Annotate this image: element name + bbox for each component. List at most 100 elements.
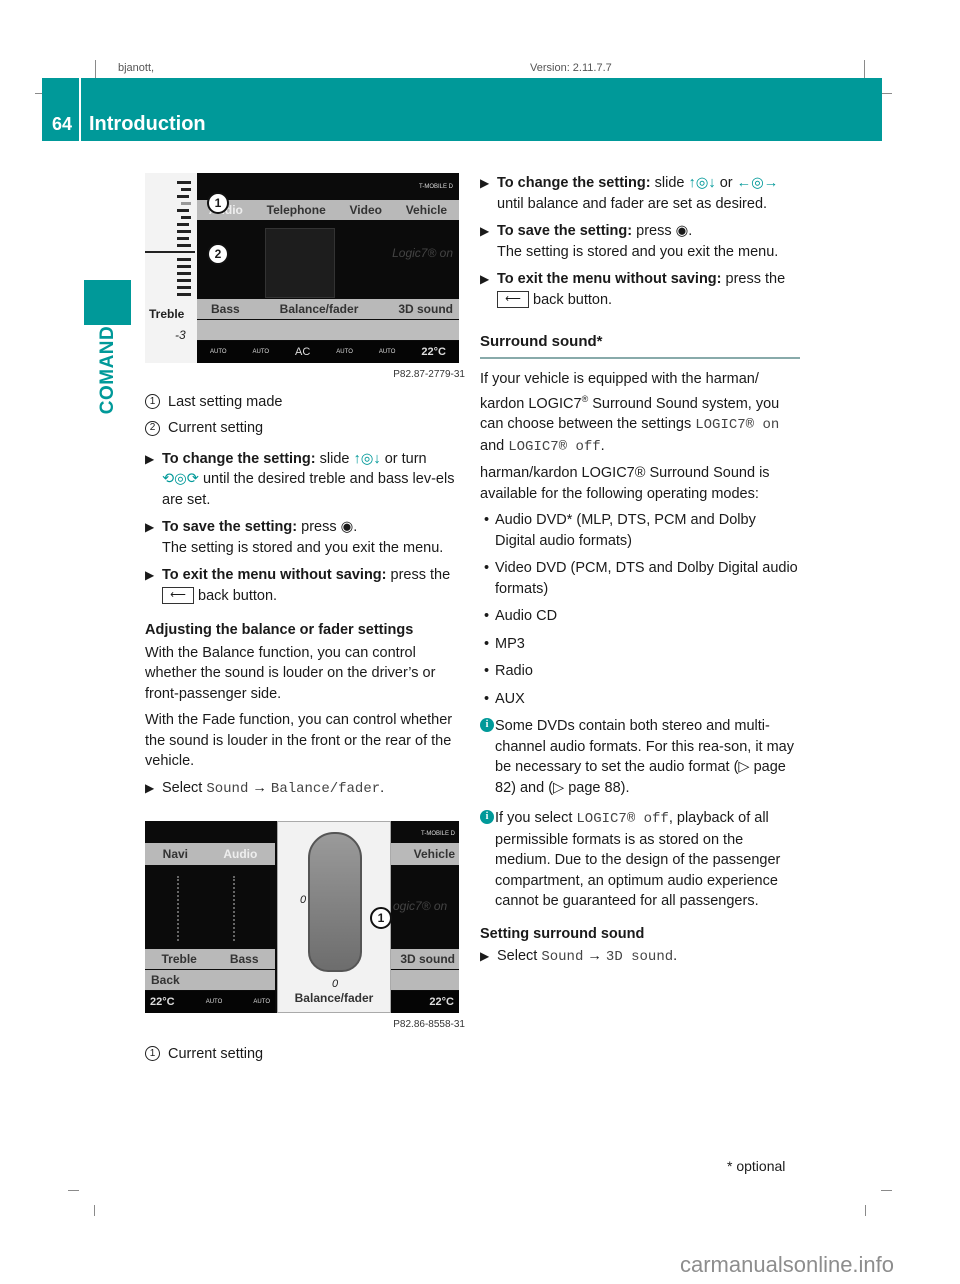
watermark[interactable]: carmanualsonline.info xyxy=(680,1252,894,1278)
step-change-setting: ▶ To change the setting: slide ↑◎↓ or tu… xyxy=(145,449,465,511)
climate-status-bar: AUTO AUTO AC AUTO AUTO 22°C xyxy=(197,341,459,363)
step-text: Select xyxy=(162,779,203,796)
back-button-icon: ⟵ xyxy=(162,587,194,605)
slide-horizontal-controller-icon: ←◎→ xyxy=(736,175,779,191)
footnote: * optional xyxy=(727,1158,786,1174)
info-text: If you select xyxy=(495,810,577,827)
step-text: or turn xyxy=(384,450,427,467)
step-text: Select xyxy=(497,948,538,965)
step-text: back button. xyxy=(198,587,278,604)
menu-treble[interactable]: Treble xyxy=(161,949,196,970)
callout-1: 1 xyxy=(207,192,229,214)
menu-bass[interactable]: Bass xyxy=(230,949,259,970)
bass-scale xyxy=(233,876,241,941)
menu-3d-sound[interactable]: 3D sound xyxy=(398,299,453,320)
seat-diagram xyxy=(265,228,335,298)
page-title: Introduction xyxy=(89,113,206,135)
info-note-dvd: i Some DVDs contain both stereo and mult… xyxy=(480,716,800,798)
header-meta-left: bjanott, xyxy=(118,62,155,74)
legend-text: Last setting made xyxy=(168,393,283,410)
step-arrow-icon: ▶ xyxy=(145,568,155,582)
step-exit-menu: ▶ To exit the menu without saving: press… xyxy=(480,269,800,310)
legend-item: 2 Current setting xyxy=(145,418,465,439)
figure-balance-fader-screen: Navi Audio Treble Bass Back 22°C AUTO AU… xyxy=(145,821,459,1013)
step-exit-menu: ▶ To exit the menu without saving: press… xyxy=(145,565,465,606)
info-icon: i xyxy=(480,810,494,825)
left-menu-bar: Treble Bass xyxy=(145,949,275,969)
step-save-setting: ▶ To save the setting: press ◉. The sett… xyxy=(145,519,444,556)
car-top-view xyxy=(308,832,362,972)
step-text: press the xyxy=(725,271,786,287)
step-save-setting: ▶ To save the setting: press ◉. The sett… xyxy=(480,223,779,260)
tab-telephone[interactable]: Telephone xyxy=(267,200,326,221)
step-text: press the xyxy=(390,567,451,583)
crop-mark xyxy=(881,1190,892,1191)
section-tab-label: COMAND xyxy=(88,326,128,415)
fan-auto: AUTO xyxy=(336,348,353,355)
menu-path-sound: Sound xyxy=(206,780,249,797)
empty-bar xyxy=(391,970,459,990)
list-item: Radio xyxy=(480,661,800,682)
tab-navi[interactable]: Navi xyxy=(163,844,188,865)
step-arrow-icon: ▶ xyxy=(480,272,490,286)
slide-vertical-controller-icon: ↑◎↓ xyxy=(688,175,716,191)
info-icon: i xyxy=(480,718,494,733)
back-label: Back xyxy=(151,972,180,987)
step-text: or xyxy=(719,175,733,191)
logic7-status: Logic7® on xyxy=(392,246,453,260)
left-column: T-MOBILE D▮▮▮▯▯ Audio Telephone Video Ve… xyxy=(145,173,465,1070)
right-panel: T-MOBILE D▮▮▮▯▯ Vehicle ogic7® on 3D sou… xyxy=(391,821,459,1013)
step-label: To save the setting: xyxy=(497,223,633,239)
temperature: 22°C xyxy=(429,995,454,1008)
figure-id: P82.86-8558-31 xyxy=(393,1019,465,1030)
header-divider xyxy=(79,78,81,141)
step-text: back button. xyxy=(533,291,613,308)
setting-surround-heading: Setting surround sound xyxy=(480,925,645,942)
surround-intro: If your vehicle is equipped with the har… xyxy=(480,370,780,455)
step-text: slide xyxy=(654,175,685,191)
climate-auto: AUTO xyxy=(378,348,396,355)
balance-heading: Adjusting the balance or fader settings xyxy=(145,622,414,638)
climate-auto: AUTO xyxy=(205,998,223,1005)
fade-paragraph: With the Fade function, you can control … xyxy=(145,712,453,769)
menu-path-sound: Sound xyxy=(541,949,584,966)
right-menu-bar: 3D sound xyxy=(391,949,459,969)
step-text: until the desired treble and bass lev-el… xyxy=(162,471,455,508)
step-label: To exit the menu without saving: xyxy=(162,567,387,583)
tab-audio[interactable]: Audio xyxy=(223,844,257,865)
step-select-3d-sound: ▶ Select Sound → 3D sound. xyxy=(480,948,678,966)
back-bar[interactable]: Back xyxy=(145,970,275,990)
sound-submenu-bar: Bass Balance/fader 3D sound xyxy=(197,299,459,319)
tab-vehicle[interactable]: Vehicle xyxy=(414,844,455,865)
section-tab-text: COMAND xyxy=(97,325,118,415)
left-tab-bar: Navi Audio xyxy=(145,843,275,865)
info-note-logic7-off: i If you select LOGIC7® off, playback of… xyxy=(480,808,800,912)
list-item: Audio CD xyxy=(480,606,800,627)
menu-balance-fader[interactable]: Balance/fader xyxy=(280,299,359,320)
balance-fader-label: Balance/fader xyxy=(294,990,374,1005)
step-arrow-icon: ▶ xyxy=(480,176,490,190)
turn-controller-icon: ⟲◎⟳ xyxy=(162,471,199,487)
legend-text: Current setting xyxy=(168,420,264,436)
crop-mark xyxy=(95,60,96,78)
tab-vehicle[interactable]: Vehicle xyxy=(406,200,447,221)
surround-modes-intro: harman/kardon LOGIC7® Surround Sound is … xyxy=(480,465,770,502)
info-text: Some DVDs contain both stereo and multi-… xyxy=(495,718,794,796)
back-button-icon: ⟵ xyxy=(497,291,529,309)
climate-auto: AUTO xyxy=(209,348,227,355)
treble-scale xyxy=(177,876,185,941)
list-item: Video DVD (PCM, DTS and Dolby Digital au… xyxy=(480,558,800,599)
list-item: Audio DVD* (MLP, DTS, PCM and Dolby Digi… xyxy=(480,510,800,551)
slide-controller-icon: ↑◎↓ xyxy=(353,450,381,467)
step-label: To save the setting: xyxy=(162,519,298,535)
menu-3d-sound[interactable]: 3D sound xyxy=(400,949,455,970)
menu-bass[interactable]: Bass xyxy=(211,299,240,320)
right-tab-bar: Vehicle xyxy=(391,843,459,865)
path-arrow: → xyxy=(587,948,602,965)
menu-path-3d-sound: 3D sound xyxy=(605,949,674,966)
empty-bar xyxy=(197,320,459,340)
step-label: To change the setting: xyxy=(497,175,651,191)
fan-auto: AUTO xyxy=(253,998,270,1005)
treble-value: -3 xyxy=(175,328,186,342)
tab-video[interactable]: Video xyxy=(350,200,382,221)
